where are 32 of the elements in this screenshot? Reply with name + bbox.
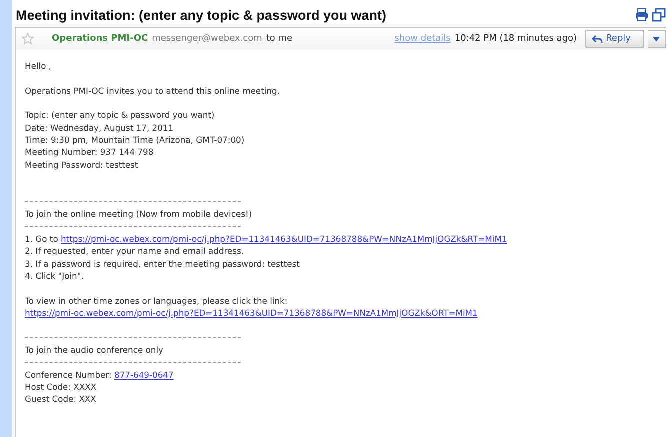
- body-text: Guest Code: XXX: [25, 394, 96, 404]
- reply-button[interactable]: Reply: [585, 30, 644, 48]
- body-text: To view in other time zones or languages, please click the link:: [25, 296, 288, 306]
- body-text: Time: 9:30 pm, Mountain Time (Arizona, GMT-07:00): [25, 135, 245, 146]
- body-text: Conference Number:: [25, 370, 113, 380]
- message-time: 10:42 PM (18 minutes ago): [454, 34, 578, 44]
- body-text: 2. If requested, enter your name and email address.: [25, 246, 244, 256]
- star-icon[interactable]: [22, 33, 34, 45]
- body-text: To join the online meeting (Now from mobile devices!): [25, 209, 252, 220]
- body-text: 1. Go to: [25, 234, 60, 244]
- body-link[interactable]: https://pmi-oc.webex.com/pmi-oc/j.php?ED=11341463&UID=71368788&PW=NNzA1MmJjOGZk&ORT=MiM1: [25, 308, 478, 318]
- print-icon[interactable]: [635, 8, 649, 22]
- body-text: Topic: (enter any topic & password you want): [25, 110, 215, 120]
- body-text: To join the audio conference only: [25, 344, 164, 355]
- body-link[interactable]: 877-649-0647: [114, 370, 174, 380]
- body-text: Date: Wednesday, August 17, 2011: [25, 122, 174, 133]
- caret-icon: [653, 36, 660, 42]
- sender-name: Operations PMI-OC: [52, 34, 148, 44]
- body-text: Meeting Password: testtest: [25, 160, 138, 170]
- body-text: 4. Click "Join".: [25, 270, 84, 281]
- new-window-icon[interactable]: [652, 8, 666, 22]
- sender-address: messenger@webex.com: [152, 34, 262, 44]
- email-subject: Meeting invitation: (enter any topic & password you want): [16, 8, 387, 22]
- body-text: Meeting Number: 937 144 798: [25, 147, 154, 158]
- more-options-button[interactable]: [648, 30, 666, 48]
- body-text: Hello ,: [25, 61, 52, 71]
- body-text: Operations PMI-OC invites you to attend this online meeting.: [25, 86, 280, 96]
- body-text: 3. If a password is required, enter the meeting password: testtest: [25, 258, 300, 268]
- body-link[interactable]: https://pmi-oc.webex.com/pmi-oc/j.php?ED=11341463&UID=71368788&PW=NNzA1MmJjOGZk&RT=MiM1: [61, 234, 508, 244]
- recipient-text: to me: [266, 34, 293, 44]
- body-text: Host Code: XXXX: [25, 382, 97, 392]
- reply-arrow-icon: [592, 34, 604, 44]
